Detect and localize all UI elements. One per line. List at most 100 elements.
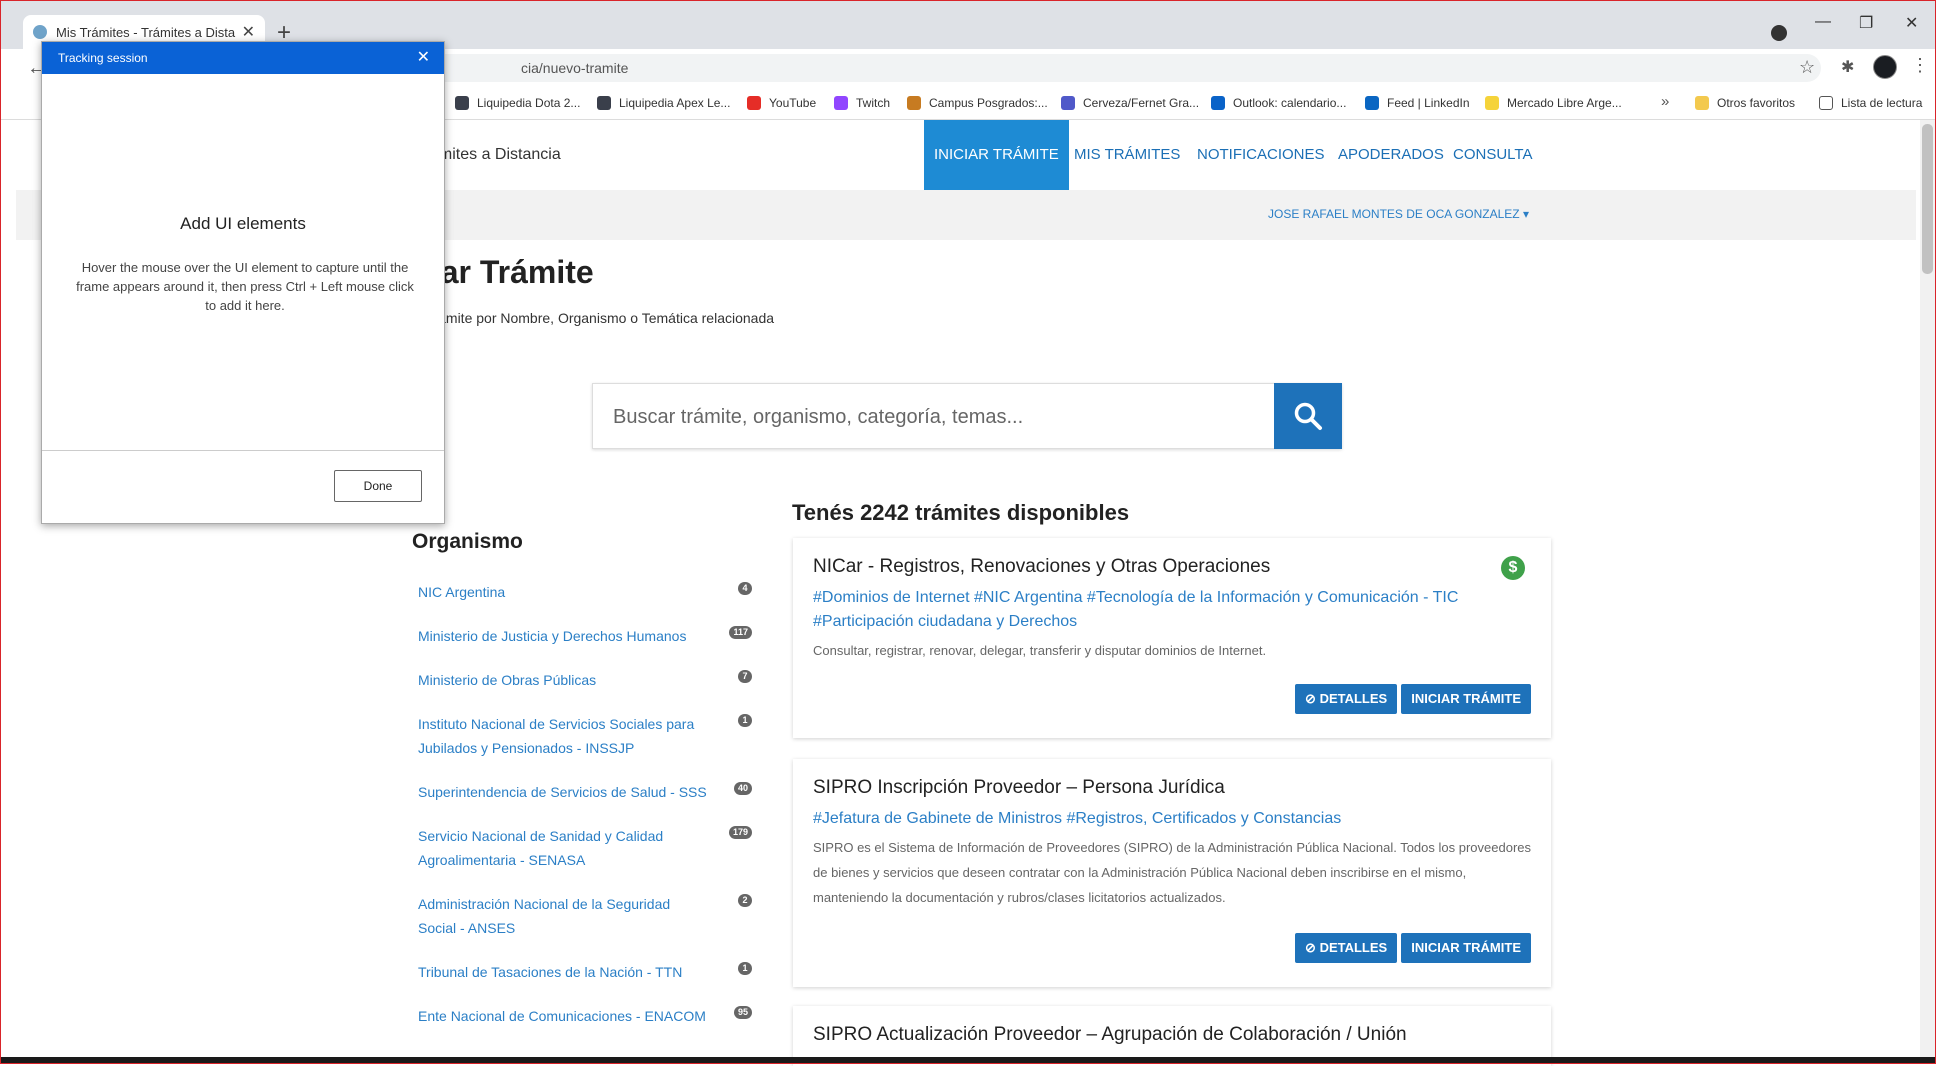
paperclip-icon: ⊘ bbox=[1305, 691, 1316, 706]
reading-list-label: Lista de lectura bbox=[1841, 96, 1923, 110]
bookmark-item[interactable]: Mercado Libre Arge... bbox=[1485, 87, 1622, 119]
scrollbar-thumb[interactable] bbox=[1922, 124, 1933, 274]
organismo-item[interactable]: Ministerio de Justicia y Derechos Humano… bbox=[418, 624, 752, 648]
search-button[interactable] bbox=[1274, 383, 1342, 449]
count-badge: 179 bbox=[728, 826, 752, 839]
start-tramite-button[interactable]: INICIAR TRÁMITE bbox=[1401, 684, 1531, 714]
dialog-heading: Add UI elements bbox=[180, 214, 306, 233]
bookmark-label: YouTube bbox=[769, 96, 817, 110]
organismo-label: Tribunal de Tasaciones de la Nación - TT… bbox=[418, 964, 683, 980]
close-icon[interactable]: ✕ bbox=[417, 42, 430, 74]
youtube-icon bbox=[747, 96, 761, 110]
reading-list[interactable]: Lista de lectura bbox=[1819, 87, 1922, 119]
bookmark-item[interactable]: Feed | LinkedIn bbox=[1365, 87, 1470, 119]
organismo-title: Organismo bbox=[412, 530, 523, 553]
organismo-label: Administración Nacional de la Seguridad … bbox=[418, 896, 671, 936]
bookmark-item[interactable]: Liquipedia Dota 2... bbox=[455, 87, 580, 119]
details-button[interactable]: ⊘ DETALLES bbox=[1295, 933, 1398, 963]
tramite-title[interactable]: NICar - Registros, Renovaciones y Otras … bbox=[813, 556, 1531, 578]
other-bookmarks-folder[interactable]: Otros favoritos bbox=[1695, 87, 1795, 119]
tab-search-icon[interactable] bbox=[1771, 25, 1787, 41]
organismo-label: Servicio Nacional de Sanidad y Calidad A… bbox=[418, 828, 664, 868]
mercadolibre-icon bbox=[1485, 96, 1499, 110]
tab-title: Mis Trámites - Trámites a Distancia bbox=[56, 24, 236, 40]
bookmark-label: Feed | LinkedIn bbox=[1387, 96, 1470, 110]
paperclip-icon: ⊘ bbox=[1305, 940, 1316, 955]
tramite-title[interactable]: SIPRO Inscripción Proveedor – Persona Ju… bbox=[813, 777, 1531, 799]
taskbar-strip bbox=[1, 1057, 1935, 1063]
bookmark-item[interactable]: Liquipedia Apex Le... bbox=[597, 87, 730, 119]
nav-notificaciones[interactable]: NOTIFICACIONES bbox=[1197, 120, 1325, 190]
organismo-item[interactable]: Tribunal de Tasaciones de la Nación - TT… bbox=[418, 960, 752, 984]
nav-mis-tramites[interactable]: MIS TRÁMITES bbox=[1074, 120, 1180, 190]
bookmark-item[interactable]: Twitch bbox=[834, 87, 890, 119]
organismo-label: NIC Argentina bbox=[418, 584, 506, 600]
count-badge: 95 bbox=[733, 1006, 752, 1019]
bookmark-favicon-icon bbox=[907, 96, 921, 110]
details-label: DETALLES bbox=[1319, 940, 1388, 955]
bookmark-item[interactable]: YouTube bbox=[747, 87, 816, 119]
folder-icon bbox=[1695, 96, 1709, 110]
user-menu[interactable]: JOSE RAFAEL MONTES DE OCA GONZALEZ ▾ bbox=[1268, 207, 1529, 221]
window-close-icon[interactable]: ✕ bbox=[1905, 13, 1918, 33]
count-badge: 40 bbox=[733, 782, 752, 795]
extensions-icon[interactable]: ✱ bbox=[1841, 57, 1854, 77]
search-input[interactable] bbox=[611, 384, 1275, 450]
bookmark-item[interactable]: Campus Posgrados:... bbox=[907, 87, 1048, 119]
start-tramite-button[interactable]: INICIAR TRÁMITE bbox=[1401, 933, 1531, 963]
tab-close-icon[interactable]: ✕ bbox=[242, 22, 255, 42]
organismo-list: NIC Argentina 4 Ministerio de Justicia y … bbox=[418, 580, 752, 1048]
organismo-item[interactable]: Ministerio de Obras Públicas 7 bbox=[418, 668, 752, 692]
nav-apoderados[interactable]: APODERADOS bbox=[1338, 120, 1444, 190]
caret-down-icon: ▾ bbox=[1522, 207, 1529, 221]
linkedin-icon bbox=[1365, 96, 1379, 110]
details-button[interactable]: ⊘ DETALLES bbox=[1295, 684, 1398, 714]
dialog-header: Tracking session ✕ bbox=[42, 42, 444, 74]
tramite-card: SIPRO Inscripción Proveedor – Persona Ju… bbox=[793, 759, 1551, 987]
done-button[interactable]: Done bbox=[334, 470, 422, 502]
browser-menu-icon[interactable]: ⋮ bbox=[1911, 55, 1929, 76]
organismo-item[interactable]: Ente Nacional de Comunicaciones - ENACOM… bbox=[418, 1004, 752, 1028]
tramite-title[interactable]: SIPRO Actualización Proveedor – Agrupaci… bbox=[813, 1024, 1531, 1046]
card-actions: ⊘ DETALLES INICIAR TRÁMITE bbox=[1295, 684, 1531, 714]
organismo-label: Instituto Nacional de Servicios Sociales… bbox=[418, 716, 695, 756]
site-brand[interactable]: ámites a Distancia bbox=[430, 146, 561, 164]
tramite-card: $ NICar - Registros, Renovaciones y Otra… bbox=[793, 538, 1551, 738]
organismo-item[interactable]: Superintendencia de Servicios de Salud -… bbox=[418, 780, 752, 804]
bookmark-star-icon[interactable]: ☆ bbox=[1799, 57, 1815, 78]
bookmark-item[interactable]: Cerveza/Fernet Gra... bbox=[1061, 87, 1199, 119]
bookmark-label: Liquipedia Dota 2... bbox=[477, 96, 581, 110]
count-badge: 2 bbox=[738, 894, 752, 907]
bookmark-item[interactable]: Outlook: calendario... bbox=[1211, 87, 1346, 119]
site-favicon-icon bbox=[33, 25, 47, 39]
restore-icon[interactable]: ❐ bbox=[1859, 13, 1873, 33]
profile-avatar[interactable] bbox=[1873, 55, 1897, 79]
bookmark-favicon-icon bbox=[597, 96, 611, 110]
other-bookmarks-label: Otros favoritos bbox=[1717, 96, 1796, 110]
organismo-item[interactable]: Administración Nacional de la Seguridad … bbox=[418, 892, 752, 940]
card-actions: ⊘ DETALLES INICIAR TRÁMITE bbox=[1295, 933, 1531, 963]
tramite-description: Consultar, registrar, renovar, delegar, … bbox=[813, 643, 1267, 658]
tramite-tags[interactable]: #Jefatura de Gabinete de Ministros #Regi… bbox=[813, 807, 1531, 831]
organismo-item[interactable]: Instituto Nacional de Servicios Sociales… bbox=[418, 712, 752, 760]
dialog-title: Tracking session bbox=[58, 51, 148, 65]
more-bookmarks-icon[interactable]: » bbox=[1661, 93, 1669, 110]
organismo-label: Ente Nacional de Comunicaciones - ENACOM bbox=[418, 1008, 706, 1024]
twitch-icon bbox=[834, 96, 848, 110]
bookmark-label: Campus Posgrados:... bbox=[929, 96, 1048, 110]
organismo-item[interactable]: NIC Argentina 4 bbox=[418, 580, 752, 604]
details-label: DETALLES bbox=[1319, 691, 1388, 706]
user-name: JOSE RAFAEL MONTES DE OCA GONZALEZ bbox=[1268, 207, 1520, 221]
count-badge: 4 bbox=[738, 582, 752, 595]
organismo-item[interactable]: Servicio Nacional de Sanidad y Calidad A… bbox=[418, 824, 752, 872]
outlook-icon bbox=[1211, 96, 1225, 110]
bookmark-label: Liquipedia Apex Le... bbox=[619, 96, 731, 110]
count-badge: 7 bbox=[738, 670, 752, 683]
count-badge: 1 bbox=[738, 714, 752, 727]
count-badge: 117 bbox=[729, 626, 752, 639]
nav-consulta[interactable]: CONSULTA bbox=[1453, 120, 1532, 190]
minimize-icon[interactable]: — bbox=[1815, 13, 1831, 31]
nav-iniciar-tramite[interactable]: INICIAR TRÁMITE bbox=[924, 120, 1069, 190]
tramite-tags[interactable]: #Dominios de Internet #NIC Argentina #Te… bbox=[813, 586, 1531, 634]
search-icon bbox=[1294, 402, 1322, 430]
